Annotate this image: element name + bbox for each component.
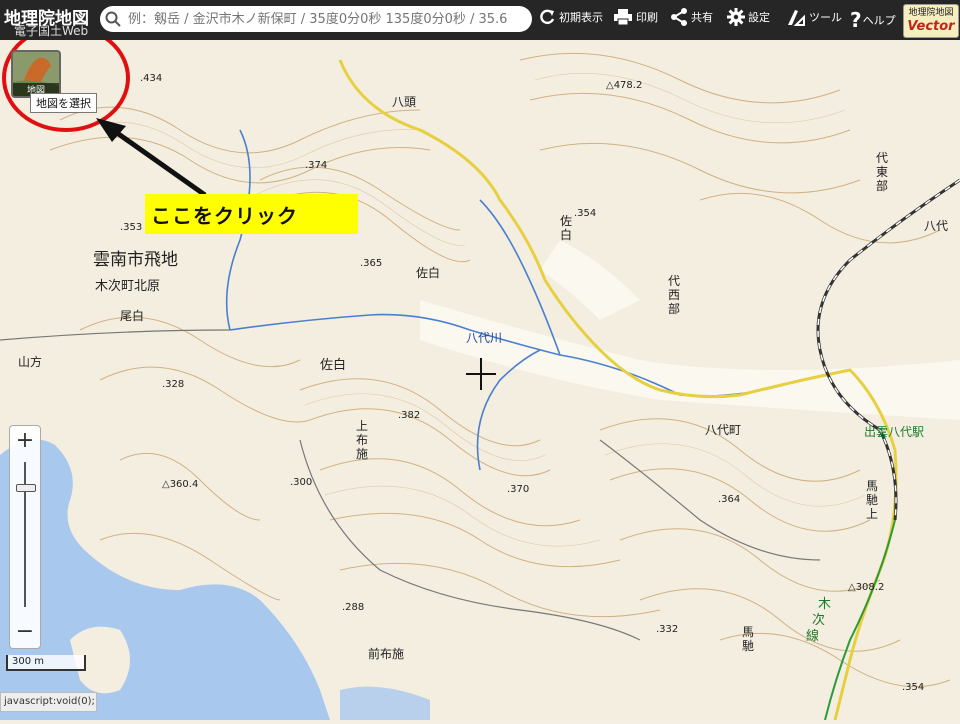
vector-button-bottom: Vector <box>907 19 955 34</box>
label-mabase-top: 馬馳上 <box>866 479 878 521</box>
settings-button[interactable]: 設定 <box>727 8 770 26</box>
label-sashiro-top: 佐白 <box>560 214 572 242</box>
ruler-icon <box>788 10 805 26</box>
tools-label: ツール <box>809 11 842 24</box>
label-kamifuse: 上布施 <box>356 419 368 461</box>
label-sashiro-mid: 佐白 <box>416 265 440 280</box>
status-bar: javascript:void(0); <box>0 692 97 712</box>
layer-select-button[interactable]: 地図 <box>11 50 61 98</box>
help-icon: ? <box>850 8 862 32</box>
help-label: ヘルプ <box>862 14 896 27</box>
print-label: 印刷 <box>636 11 658 24</box>
zoom-slider-thumb[interactable] <box>16 484 36 492</box>
help-button[interactable]: ? ヘルプ <box>850 8 896 32</box>
label-h328: .328 <box>162 379 184 390</box>
layer-tooltip: 地図を選択 <box>30 93 97 113</box>
search-box[interactable] <box>100 6 532 32</box>
label-owashiro: 尾白 <box>120 308 144 323</box>
label-yamagata: 山方 <box>18 354 42 369</box>
label-maefuse: 前布施 <box>368 646 404 661</box>
zoom-in-button[interactable]: + <box>10 428 40 453</box>
label-h360: △360.4 <box>162 479 198 490</box>
refresh-icon <box>540 9 555 25</box>
label-yatsuka-river: 八代川 <box>466 331 502 345</box>
label-mabase: 馬馳 <box>742 625 754 653</box>
gear-icon <box>727 8 745 26</box>
app-subtitle: 電子国土Web <box>14 24 89 38</box>
label-city-enclave: 雲南市飛地 <box>93 250 178 270</box>
label-h434: .434 <box>140 73 162 84</box>
label-h354: .354 <box>574 208 596 219</box>
share-label: 共有 <box>691 11 713 24</box>
label-station: 出雲八代駅 <box>864 425 924 439</box>
label-kitsugi: 木次町北原 <box>95 278 160 294</box>
printer-icon <box>614 9 632 26</box>
vector-map-button[interactable]: 地理院地図 Vector <box>903 4 959 38</box>
label-h365: .365 <box>360 258 382 269</box>
search-input[interactable] <box>126 10 530 28</box>
print-button[interactable]: 印刷 <box>613 8 658 26</box>
label-h374: .374 <box>305 160 327 171</box>
share-icon <box>671 8 687 26</box>
share-button[interactable]: 共有 <box>670 8 713 26</box>
reset-view-label: 初期表示 <box>559 11 603 24</box>
search-icon[interactable] <box>100 6 126 32</box>
label-h353: .353 <box>120 222 142 233</box>
scale-bar: 300 m <box>6 655 86 671</box>
settings-label: 設定 <box>748 11 770 24</box>
annotation-callout: ここをクリック <box>145 194 358 234</box>
top-toolbar: 地理院地図 電子国土Web 初期表示 印刷 共有 設定 ツール ? ヘルプ 地理… <box>0 0 960 40</box>
label-h478: △478.2 <box>606 80 642 91</box>
label-h354b: .354 <box>902 682 924 693</box>
map-canvas[interactable]: 雲南市飛地 木次町北原 尾白 山方 佐白 佐白 前布施 八代川 八頭 八代 八代… <box>0 0 960 721</box>
label-hakkashira: 八頭 <box>392 95 416 109</box>
label-h364: .364 <box>718 494 740 505</box>
zoom-out-button[interactable]: − <box>10 619 40 644</box>
label-yashiro-east: 代東部 <box>876 151 888 193</box>
label-sashiro-left: 佐白 <box>320 357 346 373</box>
label-h308: △308.2 <box>848 582 884 593</box>
tools-button[interactable]: ツール <box>786 8 842 26</box>
label-h288: .288 <box>342 602 364 613</box>
label-h382: .382 <box>398 410 420 421</box>
label-h370: .370 <box>507 484 529 495</box>
zoom-control: + − <box>9 425 41 649</box>
vector-button-top: 地理院地図 <box>908 8 954 18</box>
label-h332: .332 <box>656 624 678 635</box>
reset-view-button[interactable]: 初期表示 <box>538 8 603 26</box>
label-yashiro-right: 八代 <box>924 219 948 233</box>
topographic-map: 雲南市飛地 木次町北原 尾白 山方 佐白 佐白 前布施 八代川 八頭 八代 八代… <box>0 0 960 721</box>
label-yashiro-town: 八代町 <box>705 423 741 437</box>
label-h300: .300 <box>290 477 312 488</box>
label-yashiro-west: 代西部 <box>668 274 680 316</box>
